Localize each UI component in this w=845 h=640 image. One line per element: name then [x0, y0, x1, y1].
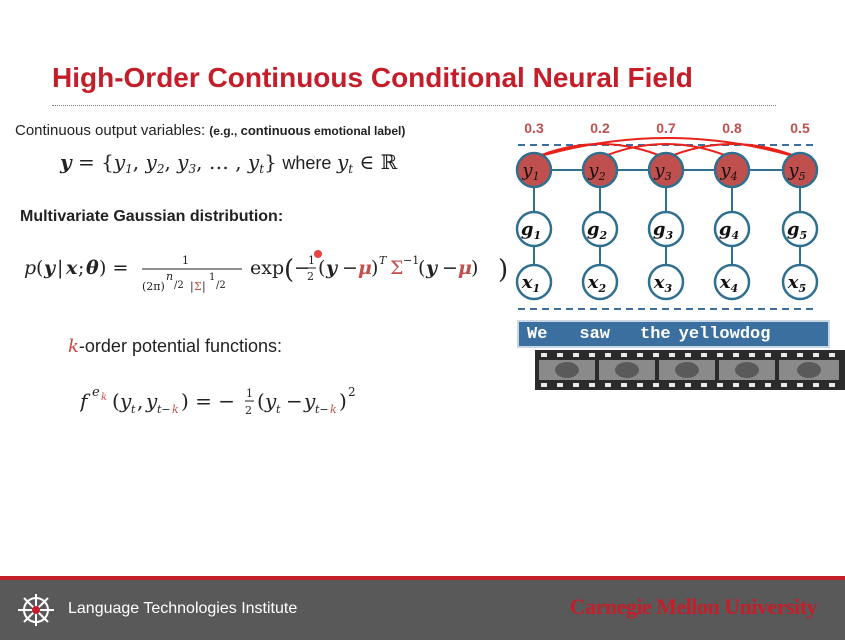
slide-title: High-Order Continuous Conditional Neural… [52, 62, 693, 93]
title-divider [52, 105, 776, 106]
banner-word: the [640, 324, 671, 344]
y-node-index: 2 [598, 170, 606, 183]
y-node-index: 1 [533, 170, 540, 183]
svg-text:1: 1 [209, 272, 215, 283]
svg-text:) = −: ) = − [181, 389, 235, 413]
svg-text:1: 1 [308, 254, 315, 267]
edge-weight-label: 0.7 [656, 120, 676, 136]
svg-text:θ: θ [86, 257, 99, 279]
svg-text:): ) [339, 389, 347, 413]
continuous-output-line: Continuous output variables: (e.g., cont… [15, 122, 405, 139]
edge-weight-label: 0.8 [722, 120, 742, 136]
svg-text:exp: exp [250, 257, 284, 279]
svg-text:|: | [202, 280, 206, 294]
gaussian-pdf-formula: p ( y | x ; θ ) = 1 (2π) n /2 | Σ | 1 /2… [24, 250, 508, 294]
svg-text:(: ( [112, 389, 120, 413]
svg-text:−: − [442, 257, 458, 279]
svg-text:): ) [371, 257, 378, 279]
edge-weight-label: 0.2 [590, 120, 610, 136]
svg-text:(: ( [284, 255, 294, 285]
y-node-index: 5 [799, 170, 806, 183]
y-node-index: 3 [665, 170, 672, 183]
svg-text:x: x [65, 257, 78, 279]
svg-text:Σ: Σ [194, 280, 202, 293]
svg-text:y: y [425, 257, 439, 279]
svg-text:t: t [276, 403, 281, 416]
svg-text:(: ( [257, 389, 265, 413]
svg-text:t−: t− [157, 403, 171, 416]
korder-heading: k-order potential functions: [68, 336, 283, 357]
svg-text:f: f [80, 389, 91, 413]
x-node-index: 4 [731, 282, 739, 295]
svg-text:;: ; [78, 257, 84, 279]
svg-text:2: 2 [307, 270, 314, 283]
x-node-index: 5 [799, 282, 807, 295]
svg-text:−1: −1 [403, 254, 419, 267]
institute-name: Language Technologies Institute [68, 600, 298, 617]
g-node-index: 1 [533, 229, 541, 242]
svg-text:|: | [57, 257, 63, 279]
svg-text:,: , [137, 389, 143, 413]
potential-function-formula: f e k ( y t , y t− k ) = − 1 2 ( y t − y… [80, 385, 356, 417]
banner-word: We [527, 324, 548, 344]
svg-text:t: t [131, 403, 136, 416]
svg-text:) =: ) = [99, 257, 128, 279]
x-node-index: 1 [533, 282, 541, 295]
g-node-index: 4 [731, 229, 739, 242]
footer-accent-stripe [0, 576, 845, 580]
continuous-example: (e.g., continuous emotional label) [209, 123, 406, 138]
neural-field-diagram: 0.3 0.2 0.7 0.8 0.5 y1g1x1y2g2x2y3g3x3y4g4x4… [515, 120, 819, 310]
g-node-index: 3 [665, 229, 673, 242]
slide-footer: Language Technologies Institute Carnegie… [0, 576, 845, 640]
svg-text:k: k [101, 392, 107, 403]
g-node-index: 5 [799, 229, 807, 242]
edge-weight-label: 0.5 [790, 120, 810, 136]
svg-text:2: 2 [245, 404, 252, 417]
edge-weight-label: 0.3 [524, 120, 544, 136]
svg-text:(2π): (2π) [142, 280, 165, 293]
x-node-index: 2 [598, 282, 607, 295]
svg-text:): ) [498, 255, 508, 285]
mvg-heading: Multivariate Gaussian distribution: [20, 208, 284, 225]
svg-text:): ) [471, 257, 478, 279]
banner-word: yellowdog [678, 324, 771, 344]
svg-text:−: − [286, 389, 303, 413]
continuous-label: Continuous output variables: [15, 122, 206, 139]
svg-text:Σ: Σ [390, 257, 403, 279]
lti-logo-icon [18, 594, 54, 626]
university-name: Carnegie Mellon University [569, 594, 818, 619]
sentence-banner: We saw the yellowdog [517, 320, 830, 348]
svg-text:(: ( [418, 257, 425, 279]
svg-text:t−: t− [315, 403, 329, 416]
svg-text:p: p [24, 257, 36, 279]
svg-text:(: ( [36, 257, 43, 279]
cursor-dot [314, 250, 322, 258]
svg-text:μ: μ [458, 257, 472, 279]
x-node-index: 3 [665, 282, 673, 295]
svg-text:−: − [342, 257, 358, 279]
video-filmstrip [535, 350, 845, 390]
svg-text:1: 1 [246, 387, 253, 400]
svg-text:k: k [172, 403, 179, 416]
svg-text:μ: μ [358, 257, 372, 279]
svg-text:e: e [92, 385, 100, 400]
banner-word: saw [579, 324, 611, 344]
g-node-index: 2 [598, 229, 607, 242]
svg-text:y: y [43, 257, 57, 279]
svg-text:T: T [379, 254, 388, 267]
where-word: where [282, 153, 332, 173]
svg-text:(: ( [318, 257, 325, 279]
output-set-formula: y = {y1, y2, y3, … , yt} where yt ∈ ℝ [60, 150, 398, 176]
svg-text:/2: /2 [174, 280, 184, 291]
svg-text:n: n [166, 270, 173, 283]
svg-text:/2: /2 [216, 280, 226, 291]
svg-text:1: 1 [182, 254, 189, 267]
svg-text:2: 2 [348, 385, 356, 399]
svg-text:y: y [325, 257, 339, 279]
svg-text:k: k [330, 403, 337, 416]
y-node-index: 4 [730, 170, 738, 183]
